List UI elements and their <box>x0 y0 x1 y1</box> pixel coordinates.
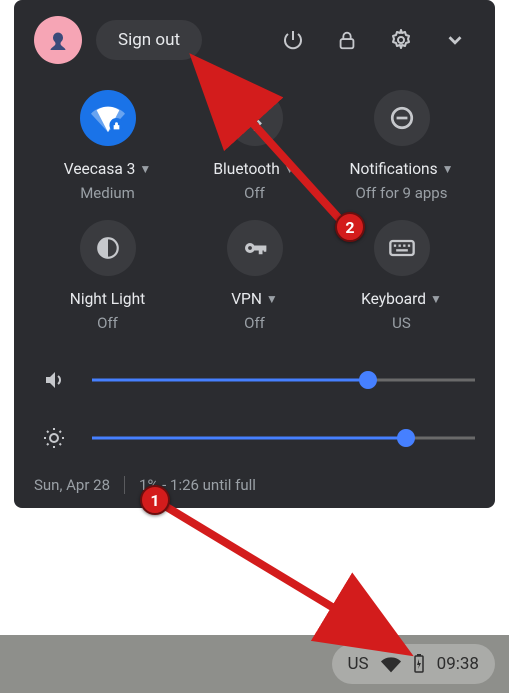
tray-ime: US <box>348 654 369 674</box>
avatar-icon <box>43 25 73 55</box>
keyboard-label[interactable]: Keyboard▼ <box>361 290 442 308</box>
nightlight-label[interactable]: Night Light <box>70 290 145 308</box>
keyboard-sublabel: US <box>392 314 411 332</box>
nightlight-icon <box>95 235 121 261</box>
volume-row <box>34 360 475 400</box>
chevron-down-icon: ▼ <box>139 162 151 176</box>
avatar[interactable] <box>34 16 82 64</box>
header-row: Sign out <box>34 16 475 64</box>
annotation-badge-2: 2 <box>335 212 365 242</box>
volume-slider[interactable] <box>92 368 475 392</box>
vpn-label[interactable]: VPN▼ <box>231 290 278 308</box>
notifications-toggle[interactable] <box>374 90 430 146</box>
tiles-grid: Veecasa 3▼ Medium Bluetooth▼ Off Notific… <box>34 90 475 332</box>
wifi-icon <box>91 101 125 135</box>
chevron-down-icon: ▼ <box>284 162 296 176</box>
wifi-toggle[interactable] <box>80 90 136 146</box>
bluetooth-sublabel: Off <box>244 184 265 202</box>
bluetooth-toggle[interactable] <box>227 90 283 146</box>
divider <box>124 476 125 494</box>
lock-icon <box>336 29 358 51</box>
wifi-tray-icon <box>381 654 401 674</box>
chevron-down-icon: ▼ <box>266 292 278 306</box>
battery-tray-icon <box>413 654 425 674</box>
wifi-sublabel: Medium <box>80 184 135 202</box>
vpn-sublabel: Off <box>244 314 265 332</box>
footer-row: Sun, Apr 28 1% - 1:26 until full <box>34 476 475 494</box>
taskbar: US 09:38 <box>0 635 509 693</box>
power-button[interactable] <box>273 20 313 60</box>
volume-icon-button[interactable] <box>34 360 74 400</box>
bluetooth-icon <box>242 105 268 131</box>
tile-wifi: Veecasa 3▼ Medium <box>34 90 181 202</box>
keyboard-toggle[interactable] <box>374 220 430 276</box>
keyboard-icon <box>388 234 416 262</box>
system-tray[interactable]: US 09:38 <box>332 644 495 684</box>
volume-icon <box>42 368 66 392</box>
chevron-down-icon: ▼ <box>442 162 454 176</box>
tile-notifications: Notifications▼ Off for 9 apps <box>328 90 475 202</box>
vpn-toggle[interactable] <box>227 220 283 276</box>
nightlight-toggle[interactable] <box>80 220 136 276</box>
power-icon <box>281 28 305 52</box>
dnd-icon <box>389 105 415 131</box>
settings-button[interactable] <box>381 20 421 60</box>
date-label: Sun, Apr 28 <box>34 476 110 494</box>
gear-icon <box>389 28 413 52</box>
quick-settings-panel: Sign out Veecasa 3▼ Medium Bluetooth▼ <box>14 0 495 508</box>
tile-bluetooth: Bluetooth▼ Off <box>181 90 328 202</box>
chevron-down-icon: ▼ <box>430 292 442 306</box>
tile-vpn: VPN▼ Off <box>181 220 328 332</box>
annotation-badge-1: 1 <box>140 485 170 515</box>
bluetooth-label[interactable]: Bluetooth▼ <box>213 160 295 178</box>
sign-out-button[interactable]: Sign out <box>96 20 202 60</box>
lock-button[interactable] <box>327 20 367 60</box>
brightness-icon-button[interactable] <box>34 418 74 458</box>
notifications-sublabel: Off for 9 apps <box>356 184 448 202</box>
brightness-slider[interactable] <box>92 426 475 450</box>
chevron-down-icon <box>444 29 466 51</box>
notifications-label[interactable]: Notifications▼ <box>349 160 453 178</box>
vpn-icon <box>240 233 270 263</box>
nightlight-sublabel: Off <box>97 314 118 332</box>
collapse-button[interactable] <box>435 20 475 60</box>
brightness-icon <box>42 426 66 450</box>
brightness-row <box>34 418 475 458</box>
tile-nightlight: Night Light Off <box>34 220 181 332</box>
tray-clock: 09:38 <box>437 654 479 674</box>
wifi-label[interactable]: Veecasa 3▼ <box>64 160 151 178</box>
